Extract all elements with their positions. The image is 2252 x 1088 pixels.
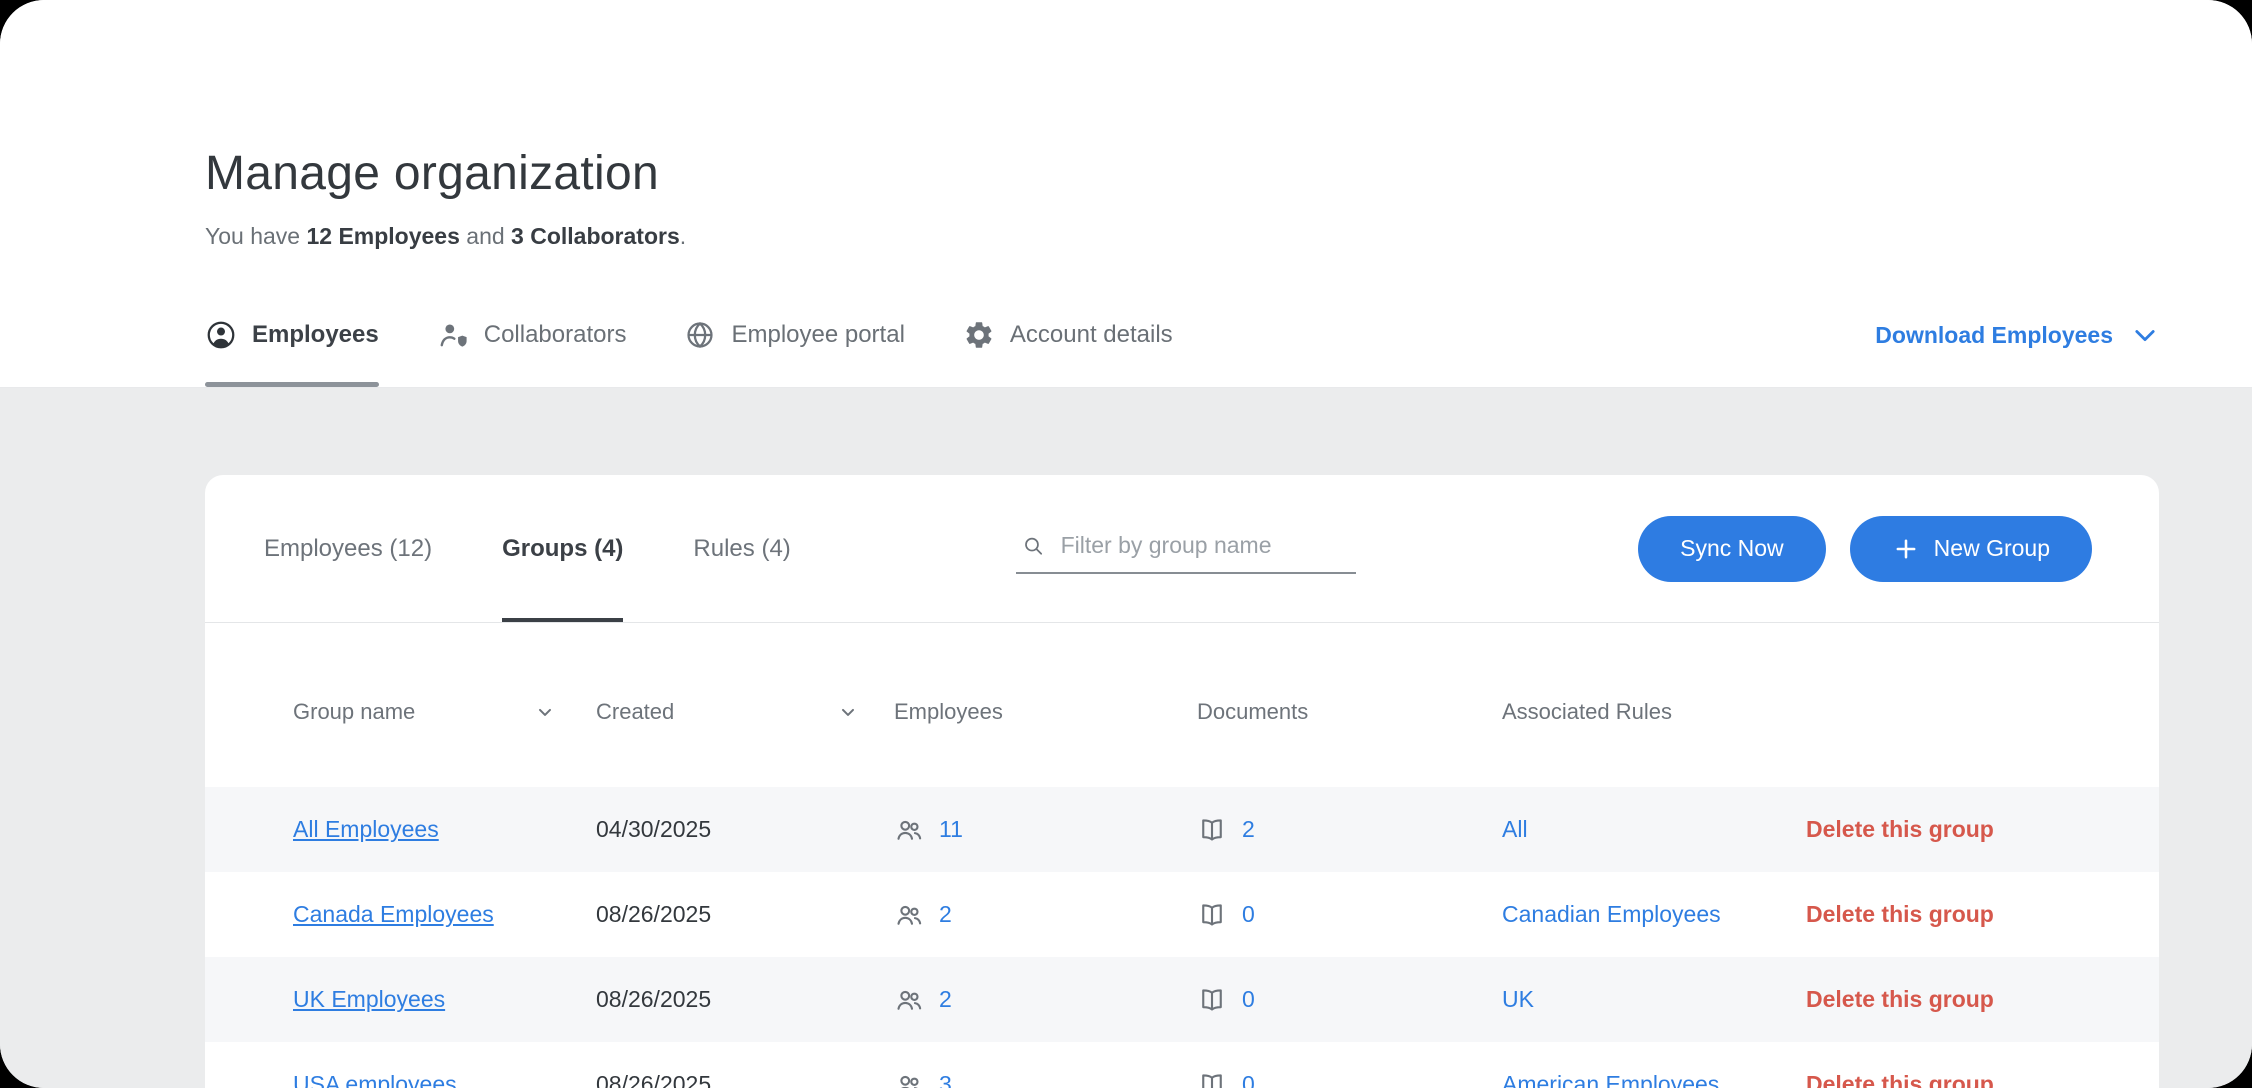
documents-cell: 0 [1197, 985, 1502, 1015]
tab-employees[interactable]: Employees [205, 283, 379, 387]
tab-groups[interactable]: Groups (4) [502, 475, 623, 622]
page-header: Manage organization You have 12 Employee… [0, 0, 2252, 388]
card-actions: Sync Now New Group [1638, 516, 2092, 582]
gear-icon [963, 319, 995, 351]
sync-now-label: Sync Now [1680, 535, 1784, 562]
employees-count-link[interactable]: 11 [939, 816, 963, 843]
tab-collaborators[interactable]: Collaborators [437, 283, 627, 387]
new-group-button[interactable]: New Group [1850, 516, 2092, 582]
table-row: Canada Employees 08/26/2025 2 0 [205, 872, 2159, 957]
documents-cell: 0 [1197, 900, 1502, 930]
content-area: Employees (12) Groups (4) Rules (4) [0, 388, 2252, 1088]
collaborators-count: 3 Collaborators [511, 223, 680, 249]
group-name-link[interactable]: Canada Employees [293, 901, 494, 927]
employees-cell: 2 [894, 985, 1197, 1015]
associated-rule-link[interactable]: UK [1502, 986, 1534, 1012]
search-icon [1022, 533, 1045, 559]
main-nav: Employees Collaborators Employee portal [205, 283, 2159, 387]
person-shield-icon [437, 319, 469, 351]
sort-chevron-icon [838, 702, 858, 722]
column-created[interactable]: Created [596, 699, 858, 725]
globe-icon [684, 319, 716, 351]
documents-count-link[interactable]: 0 [1242, 986, 1255, 1013]
created-date: 04/30/2025 [596, 816, 894, 843]
tab-employees-list-label: Employees (12) [264, 535, 432, 563]
page-title: Manage organization [205, 0, 2159, 201]
sync-now-button[interactable]: Sync Now [1638, 516, 1826, 582]
people-icon [894, 1070, 924, 1088]
employees-count-link[interactable]: 3 [939, 1071, 952, 1088]
group-name-link[interactable]: USA employees [293, 1071, 457, 1088]
associated-rule-link[interactable]: All [1502, 816, 1528, 842]
table-row: All Employees 04/30/2025 11 2 [205, 787, 2159, 872]
tab-collaborators-label: Collaborators [484, 321, 627, 349]
tab-rules-label: Rules (4) [693, 535, 790, 563]
employees-cell: 2 [894, 900, 1197, 930]
employees-count-link[interactable]: 2 [939, 986, 952, 1013]
tab-employee-portal[interactable]: Employee portal [684, 283, 904, 387]
people-icon [894, 815, 924, 845]
employees-count-link[interactable]: 2 [939, 901, 952, 928]
plus-icon [1892, 535, 1920, 563]
documents-cell: 2 [1197, 815, 1502, 845]
documents-count-link[interactable]: 2 [1242, 816, 1255, 843]
groups-card: Employees (12) Groups (4) Rules (4) [205, 475, 2159, 1088]
associated-rule-link[interactable]: American Employees [1502, 1071, 1719, 1088]
org-summary: You have 12 Employees and 3 Collaborator… [205, 223, 2159, 250]
group-filter-input[interactable] [1059, 531, 1352, 560]
book-icon [1197, 1070, 1227, 1088]
summary-period: . [680, 223, 686, 249]
summary-and: and [460, 223, 511, 249]
download-employees-button[interactable]: Download Employees [1875, 321, 2159, 349]
person-circle-icon [205, 319, 237, 351]
delete-group-link[interactable]: Delete this group [1806, 986, 1994, 1012]
book-icon [1197, 900, 1227, 930]
chevron-down-icon [2131, 321, 2159, 349]
tab-employees-list[interactable]: Employees (12) [264, 475, 432, 622]
download-employees-label: Download Employees [1875, 322, 2113, 349]
sort-chevron-icon [535, 702, 555, 722]
created-date: 08/26/2025 [596, 986, 894, 1013]
tab-groups-label: Groups (4) [502, 535, 623, 563]
tab-rules[interactable]: Rules (4) [693, 475, 790, 622]
groups-table-body: All Employees 04/30/2025 11 2 [205, 787, 2159, 1088]
documents-count-link[interactable]: 0 [1242, 1071, 1255, 1088]
people-icon [894, 985, 924, 1015]
employees-cell: 3 [894, 1070, 1197, 1088]
documents-count-link[interactable]: 0 [1242, 901, 1255, 928]
column-created-label: Created [596, 699, 674, 725]
employees-cell: 11 [894, 815, 1197, 845]
book-icon [1197, 985, 1227, 1015]
table-header: Group name Created Employees Documents A… [205, 623, 2159, 787]
delete-group-link[interactable]: Delete this group [1806, 901, 1994, 927]
column-group-name[interactable]: Group name [293, 699, 555, 725]
column-group-name-label: Group name [293, 699, 415, 725]
delete-group-link[interactable]: Delete this group [1806, 816, 1994, 842]
column-employees: Employees [894, 699, 1197, 725]
summary-prefix: You have [205, 223, 306, 249]
tab-account-details-label: Account details [1010, 321, 1173, 349]
card-tab-bar: Employees (12) Groups (4) Rules (4) [205, 475, 2159, 623]
associated-rule-link[interactable]: Canadian Employees [1502, 901, 1721, 927]
people-icon [894, 900, 924, 930]
app-window: Manage organization You have 12 Employee… [0, 0, 2252, 1088]
employees-count: 12 Employees [306, 223, 459, 249]
new-group-label: New Group [1934, 535, 2050, 562]
column-associated-rules: Associated Rules [1502, 699, 1806, 725]
tab-employee-portal-label: Employee portal [731, 321, 904, 349]
tab-employees-label: Employees [252, 321, 379, 349]
group-name-link[interactable]: UK Employees [293, 986, 445, 1012]
group-filter [1016, 523, 1356, 574]
delete-group-link[interactable]: Delete this group [1806, 1071, 1994, 1088]
tab-account-details[interactable]: Account details [963, 283, 1173, 387]
table-row: UK Employees 08/26/2025 2 0 UK [205, 957, 2159, 1042]
table-row: USA employees 08/26/2025 3 0 A [205, 1042, 2159, 1088]
group-name-link[interactable]: All Employees [293, 816, 439, 842]
documents-cell: 0 [1197, 1070, 1502, 1088]
column-documents: Documents [1197, 699, 1502, 725]
created-date: 08/26/2025 [596, 901, 894, 928]
book-icon [1197, 815, 1227, 845]
created-date: 08/26/2025 [596, 1071, 894, 1088]
